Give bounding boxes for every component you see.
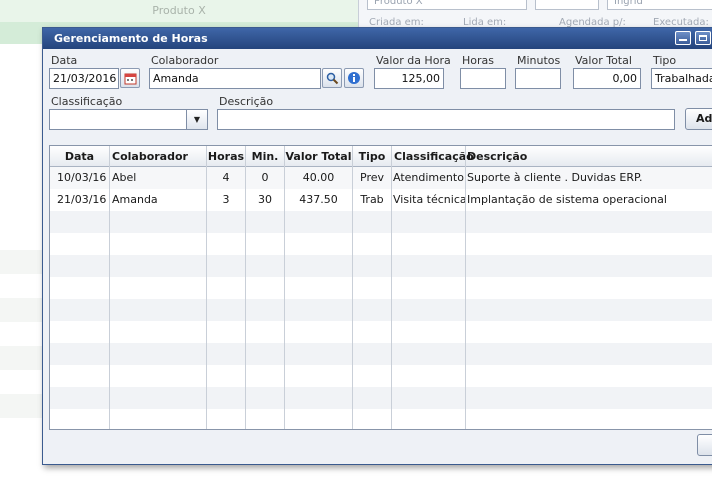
table-row-empty xyxy=(50,387,712,409)
search-colaborador-button[interactable] xyxy=(322,68,342,88)
tipo-select[interactable]: Trabalhada xyxy=(651,68,712,89)
cell-classificacao: Visita técnica xyxy=(393,193,465,206)
dialog-title: Gerenciamento de Horas xyxy=(54,32,208,45)
cell-descricao: Implantação de sistema operacional xyxy=(467,193,667,206)
cell-horas: 3 xyxy=(222,193,230,206)
maximize-icon xyxy=(699,35,707,41)
column-header-valor-total[interactable]: Valor Total xyxy=(285,146,352,167)
valor-total-label: Valor Total xyxy=(575,54,632,67)
cell-min: 0 xyxy=(261,171,269,184)
data-label: Data xyxy=(51,54,78,67)
table-row[interactable]: 10/03/16 Abel 4 0 40.00 Prev Atendimento… xyxy=(50,167,712,189)
valor-total-field[interactable]: 0,00 xyxy=(573,68,641,89)
cell-data: 10/03/16 xyxy=(57,171,107,184)
classificacao-label: Classificação xyxy=(51,95,123,108)
column-header-classificacao[interactable]: Classificação xyxy=(394,146,474,167)
cell-colaborador: Abel xyxy=(112,171,137,184)
cell-valor-total: 437.50 xyxy=(299,193,338,206)
cell-tipo: Trab xyxy=(360,193,384,206)
cell-descricao: Suporte à cliente . Duvidas ERP. xyxy=(467,171,643,184)
background-product-row: Produto X xyxy=(0,0,358,22)
cell-horas: 4 xyxy=(222,171,230,184)
hours-management-dialog: Gerenciamento de Horas Data 21/03/2016 C… xyxy=(42,27,712,465)
background-field xyxy=(535,0,599,10)
table-header: Data Colaborador Horas Min. Valor Total … xyxy=(50,146,712,167)
column-divider xyxy=(206,146,207,429)
info-colaborador-button[interactable] xyxy=(344,68,364,88)
add-button-label: Adicionar xyxy=(696,112,712,125)
column-header-horas[interactable]: Horas xyxy=(207,146,245,167)
minutos-field[interactable] xyxy=(515,68,561,89)
search-icon xyxy=(326,72,338,84)
table-row-empty xyxy=(50,343,712,365)
valor-hora-label: Valor da Hora xyxy=(376,54,451,67)
calendar-icon xyxy=(124,73,136,84)
hours-table: Data Colaborador Horas Min. Valor Total … xyxy=(49,145,712,430)
data-field[interactable]: 21/03/2016 xyxy=(49,68,119,89)
descricao-field[interactable] xyxy=(217,109,675,130)
column-divider xyxy=(352,146,353,429)
table-row-empty xyxy=(50,255,712,277)
tipo-label: Tipo xyxy=(653,54,677,67)
calendar-button[interactable] xyxy=(120,68,140,88)
maximize-button[interactable] xyxy=(695,31,711,45)
cell-classificacao: Atendimento xyxy=(393,171,464,184)
column-divider xyxy=(109,146,110,429)
dialog-titlebar: Gerenciamento de Horas xyxy=(43,28,712,49)
column-header-min[interactable]: Min. xyxy=(246,146,284,167)
table-row[interactable]: 21/03/16 Amanda 3 30 437.50 Trab Visita … xyxy=(50,189,712,211)
colaborador-label: Colaborador xyxy=(151,54,219,67)
minimize-button[interactable] xyxy=(675,31,691,45)
classificacao-select[interactable] xyxy=(49,109,187,130)
cell-data: 21/03/16 xyxy=(57,193,107,206)
column-divider xyxy=(284,146,285,429)
colaborador-field[interactable]: Amanda xyxy=(149,68,321,89)
column-header-data[interactable]: Data xyxy=(50,146,109,167)
minimize-icon xyxy=(679,39,687,41)
column-header-tipo[interactable]: Tipo xyxy=(353,146,391,167)
column-divider xyxy=(391,146,392,429)
table-row-empty xyxy=(50,299,712,321)
column-divider xyxy=(245,146,246,429)
cell-valor-total: 40.00 xyxy=(302,171,335,184)
cell-colaborador: Amanda xyxy=(112,193,158,206)
cell-tipo: Prev xyxy=(360,171,384,184)
valor-hora-field[interactable]: 125,00 xyxy=(374,68,444,89)
column-header-descricao[interactable]: Descrição xyxy=(467,146,707,167)
minutos-label: Minutos xyxy=(517,54,561,67)
background-field: Produto X xyxy=(367,0,527,10)
column-divider xyxy=(465,146,466,429)
info-icon xyxy=(348,72,360,84)
add-button[interactable]: Adicionar xyxy=(685,108,712,130)
dialog-bottom-button[interactable] xyxy=(697,434,712,456)
horas-label: Horas xyxy=(462,54,494,67)
descricao-label: Descrição xyxy=(219,95,274,108)
chevron-down-icon: ▼ xyxy=(193,115,201,124)
background-field: Ingrid xyxy=(607,0,712,10)
cell-min: 30 xyxy=(258,193,272,206)
classificacao-dropdown-button[interactable]: ▼ xyxy=(186,109,208,130)
table-row-empty xyxy=(50,211,712,233)
column-header-colaborador[interactable]: Colaborador xyxy=(112,146,206,167)
horas-field[interactable] xyxy=(460,68,506,89)
